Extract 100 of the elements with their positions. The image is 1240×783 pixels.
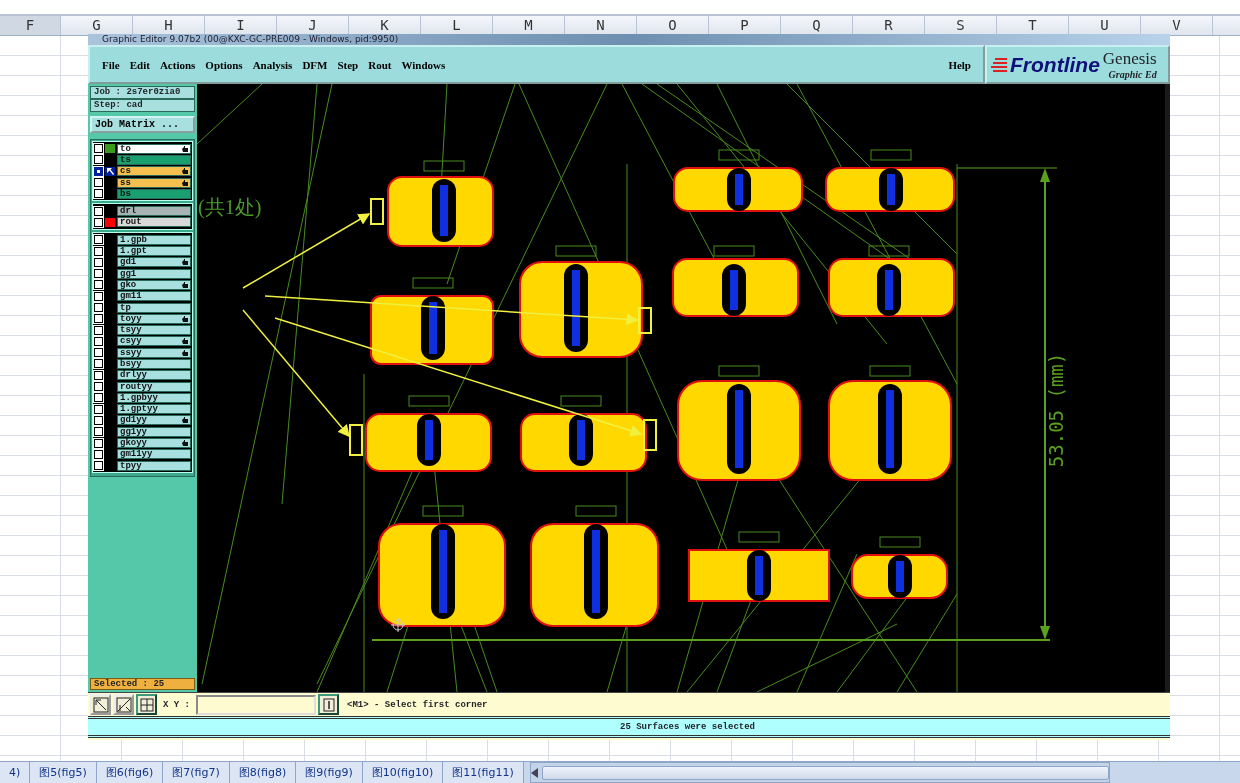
grid-icon (138, 696, 155, 713)
menu-item[interactable]: Edit (125, 58, 154, 71)
layer-name[interactable]: csyy (117, 336, 191, 347)
enter-button[interactable] (318, 694, 339, 715)
bar-icon (322, 697, 335, 712)
layer-name[interactable]: gkoyy (117, 438, 191, 449)
sheet-tab[interactable]: 图8(fig8) (229, 762, 297, 783)
layer-name[interactable]: cs (117, 166, 191, 177)
layer-checkbox[interactable] (94, 235, 103, 245)
status-message: 25 Surfaces were selected (88, 716, 1170, 738)
hand-icon (182, 259, 188, 266)
layer-name[interactable]: gg1yy (117, 426, 191, 437)
layer-checkbox[interactable] (94, 438, 103, 448)
layer-checkbox[interactable] (94, 449, 103, 459)
window-title: Graphic Editor 9.07b2 (00@KXC-GC-PRE009 - Windows, pid:9950) (88, 34, 1170, 45)
layer-checkbox[interactable] (94, 144, 103, 154)
layer-name[interactable]: tsyy (117, 325, 191, 336)
step-label: Step: cad (90, 99, 195, 112)
job-matrix-button[interactable]: Job Matrix ... (90, 116, 195, 133)
layer-name[interactable]: toyy (117, 313, 191, 324)
layer-name[interactable]: gg1 (117, 268, 191, 279)
menu-item[interactable]: DFM (298, 58, 332, 71)
layer-checkbox[interactable] (94, 303, 103, 312)
layer-name[interactable]: gm11yy (117, 449, 191, 460)
coordinate-input-field[interactable] (196, 694, 316, 715)
layer-name[interactable]: ssyy (117, 347, 191, 358)
layer-checkbox[interactable] (94, 404, 103, 414)
layer-name[interactable]: gm11 (117, 291, 191, 302)
menu-item[interactable]: File (98, 58, 124, 71)
layer-checkbox[interactable] (94, 382, 103, 392)
menu-item[interactable]: Step (333, 58, 363, 71)
coordinate-label: X Y : (162, 699, 191, 710)
cad-canvas[interactable]: (共1处) 53.05 (mm) (197, 84, 1165, 692)
product-name: Genesis (1102, 49, 1157, 69)
selected-count: Selected : 25 (90, 678, 195, 690)
sheet-tab[interactable]: 4) (0, 762, 31, 783)
layer-name[interactable]: drlyy (117, 370, 191, 381)
layer-name[interactable]: gd1 (117, 257, 191, 268)
layer-name[interactable]: 1.gpb (117, 234, 191, 245)
layer-name[interactable]: ss (117, 177, 191, 188)
sheet-tab[interactable]: 图5(fig5) (30, 762, 97, 783)
menu-item[interactable]: Actions (155, 58, 200, 71)
layer-checkbox[interactable] (94, 348, 103, 358)
layer-name[interactable]: 1.gpt (117, 246, 191, 256)
layer-checkbox[interactable] (94, 257, 103, 267)
tool-button[interactable] (136, 694, 157, 715)
layer-name[interactable]: drl (117, 206, 191, 217)
layer-checkbox[interactable] (94, 246, 103, 256)
layer-name[interactable]: 1.gpbyy (117, 392, 191, 403)
hand-icon (182, 315, 188, 322)
layer-name[interactable]: rout (117, 217, 191, 228)
layer-checkbox[interactable] (94, 461, 103, 471)
layer-checkbox[interactable] (94, 336, 103, 346)
crosshair-icon (390, 617, 406, 633)
layer-checkbox[interactable] (94, 359, 103, 369)
layer-checkbox[interactable] (94, 206, 103, 216)
layer-checkbox[interactable] (94, 155, 103, 165)
menu-item[interactable]: Rout (364, 58, 396, 71)
menu-item[interactable]: Options (201, 58, 247, 71)
measure-icon (115, 696, 132, 713)
menu-item[interactable]: Windows (397, 58, 450, 71)
layer-name[interactable]: routyy (117, 381, 191, 392)
job-label: Job : 2s7er0zia0 (90, 86, 195, 99)
hand-icon (182, 417, 188, 424)
layer-name[interactable]: gko (117, 279, 191, 290)
sheet-tab[interactable]: 图11(fig11) (443, 762, 524, 783)
layer-checkbox[interactable] (94, 415, 103, 425)
dimension-label: 53.05 (mm) (1045, 352, 1067, 468)
layer-checkbox[interactable] (94, 325, 103, 335)
layer-checkbox[interactable] (94, 291, 103, 301)
product-subtitle: Graphic Ed (1108, 69, 1157, 80)
layer-name[interactable]: gd1yy (117, 415, 191, 426)
brand-name: Frontline (1010, 52, 1100, 77)
layer-checkbox[interactable] (94, 280, 103, 290)
hand-icon (182, 440, 188, 447)
horizontal-scrollbar[interactable] (529, 762, 1110, 783)
sheet-tab[interactable]: 图6(fig6) (96, 762, 164, 783)
layer-checkbox[interactable] (94, 166, 103, 176)
layer-checkbox[interactable] (94, 178, 103, 188)
hand-icon (182, 145, 188, 152)
layer-name[interactable]: bs (117, 188, 191, 199)
layer-name[interactable]: tpyy (117, 460, 191, 471)
menu-item[interactable]: Help (944, 58, 975, 71)
layer-checkbox[interactable] (94, 427, 103, 437)
layer-checkbox[interactable] (94, 217, 103, 227)
sheet-tab[interactable]: 图7(fig7) (163, 762, 230, 783)
layer-checkbox[interactable] (94, 189, 103, 199)
layer-name[interactable]: to (117, 143, 191, 154)
menu-item[interactable]: Analysis (248, 58, 297, 71)
layer-name[interactable]: bsyy (117, 359, 191, 369)
sheet-tab[interactable]: 图9(fig9) (296, 762, 363, 783)
layer-checkbox[interactable] (94, 314, 103, 324)
layer-name[interactable]: 1.gptyy (117, 404, 191, 415)
sheet-tab[interactable]: 图10(fig10) (362, 762, 444, 783)
layer-name[interactable]: tp (117, 302, 191, 313)
layer-checkbox[interactable] (94, 269, 103, 279)
layer-name[interactable]: ts (117, 154, 191, 165)
layer-checkbox[interactable] (94, 393, 103, 403)
scroll-left-icon[interactable] (530, 767, 539, 778)
layer-checkbox[interactable] (94, 370, 103, 380)
